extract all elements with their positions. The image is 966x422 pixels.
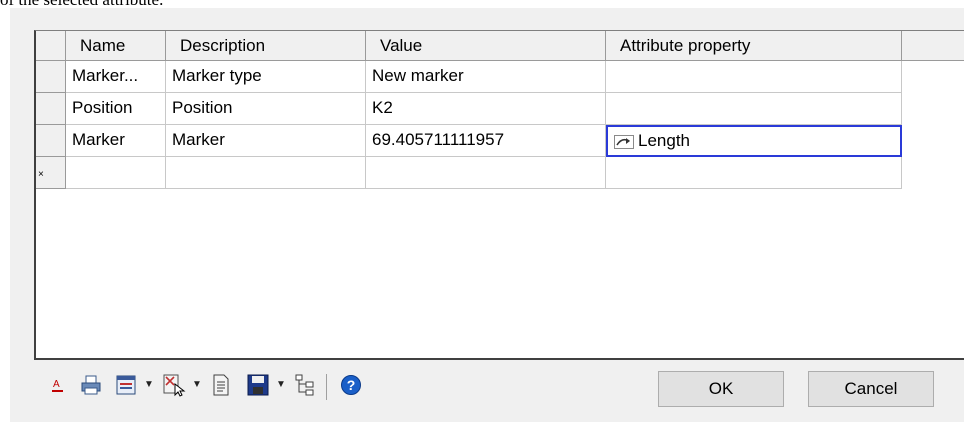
row-header[interactable] — [36, 61, 66, 93]
grid-corner — [36, 31, 66, 61]
new-cell-name[interactable] — [66, 157, 166, 189]
cell-attribute-property-text: Length — [638, 131, 690, 150]
table-layout-button[interactable] — [112, 372, 140, 398]
link-arrow-icon — [614, 134, 634, 149]
column-header-value[interactable]: Value — [366, 31, 606, 61]
cell-name[interactable]: Marker... — [66, 61, 166, 93]
font-color-button[interactable]: A — [48, 372, 68, 398]
tree-view-button[interactable] — [292, 372, 318, 398]
select-column-dropdown-arrow[interactable]: ▼ — [192, 379, 202, 390]
cell-attribute-property[interactable] — [606, 93, 902, 125]
svg-text:A: A — [53, 379, 60, 390]
print-button[interactable] — [78, 372, 104, 398]
cell-attribute-property-selected[interactable]: Length — [606, 125, 902, 157]
row-header[interactable] — [36, 125, 66, 157]
column-header-description[interactable]: Description — [166, 31, 366, 61]
cancel-button[interactable]: Cancel — [808, 371, 934, 407]
print-icon — [81, 375, 101, 395]
svg-text:?: ? — [347, 377, 356, 393]
cell-attribute-property[interactable] — [606, 61, 902, 93]
help-icon: ? — [341, 375, 361, 395]
cell-description[interactable]: Marker — [166, 125, 366, 157]
attribute-grid: Name Description Value Attribute propert… — [34, 30, 964, 360]
document-icon — [213, 374, 229, 396]
row-header[interactable] — [36, 93, 66, 125]
save-icon — [247, 374, 269, 396]
column-header-name[interactable]: Name — [66, 31, 166, 61]
font-color-icon: A — [52, 379, 63, 392]
cell-value[interactable]: 69.405711111957 — [366, 125, 606, 157]
cell-value[interactable]: K2 — [366, 93, 606, 125]
table-layout-dropdown-arrow[interactable]: ▼ — [144, 379, 154, 390]
column-header-attribute-property[interactable]: Attribute property — [606, 31, 902, 61]
document-button[interactable] — [208, 372, 234, 398]
help-button[interactable]: ? — [338, 372, 364, 398]
tree-view-icon — [295, 374, 314, 396]
new-row-marker: × — [38, 169, 44, 180]
select-column-button[interactable] — [160, 372, 188, 398]
cell-name[interactable]: Position — [66, 93, 166, 125]
cell-value[interactable]: New marker — [366, 61, 606, 93]
select-column-icon — [163, 374, 186, 397]
table-layout-icon — [116, 375, 136, 395]
new-row-header[interactable]: × — [36, 157, 66, 189]
toolbar-separator — [326, 374, 327, 400]
column-header-filler — [902, 31, 964, 61]
save-button[interactable] — [244, 372, 272, 398]
new-cell-value[interactable] — [366, 157, 606, 189]
cell-name[interactable]: Marker — [66, 125, 166, 157]
attribute-dialog: Name Description Value Attribute propert… — [10, 8, 964, 422]
cell-description[interactable]: Position — [166, 93, 366, 125]
cell-description[interactable]: Marker type — [166, 61, 366, 93]
new-cell-description[interactable] — [166, 157, 366, 189]
save-dropdown-arrow[interactable]: ▼ — [276, 379, 286, 390]
ok-button[interactable]: OK — [658, 371, 784, 407]
new-cell-attribute-property[interactable] — [606, 157, 902, 189]
